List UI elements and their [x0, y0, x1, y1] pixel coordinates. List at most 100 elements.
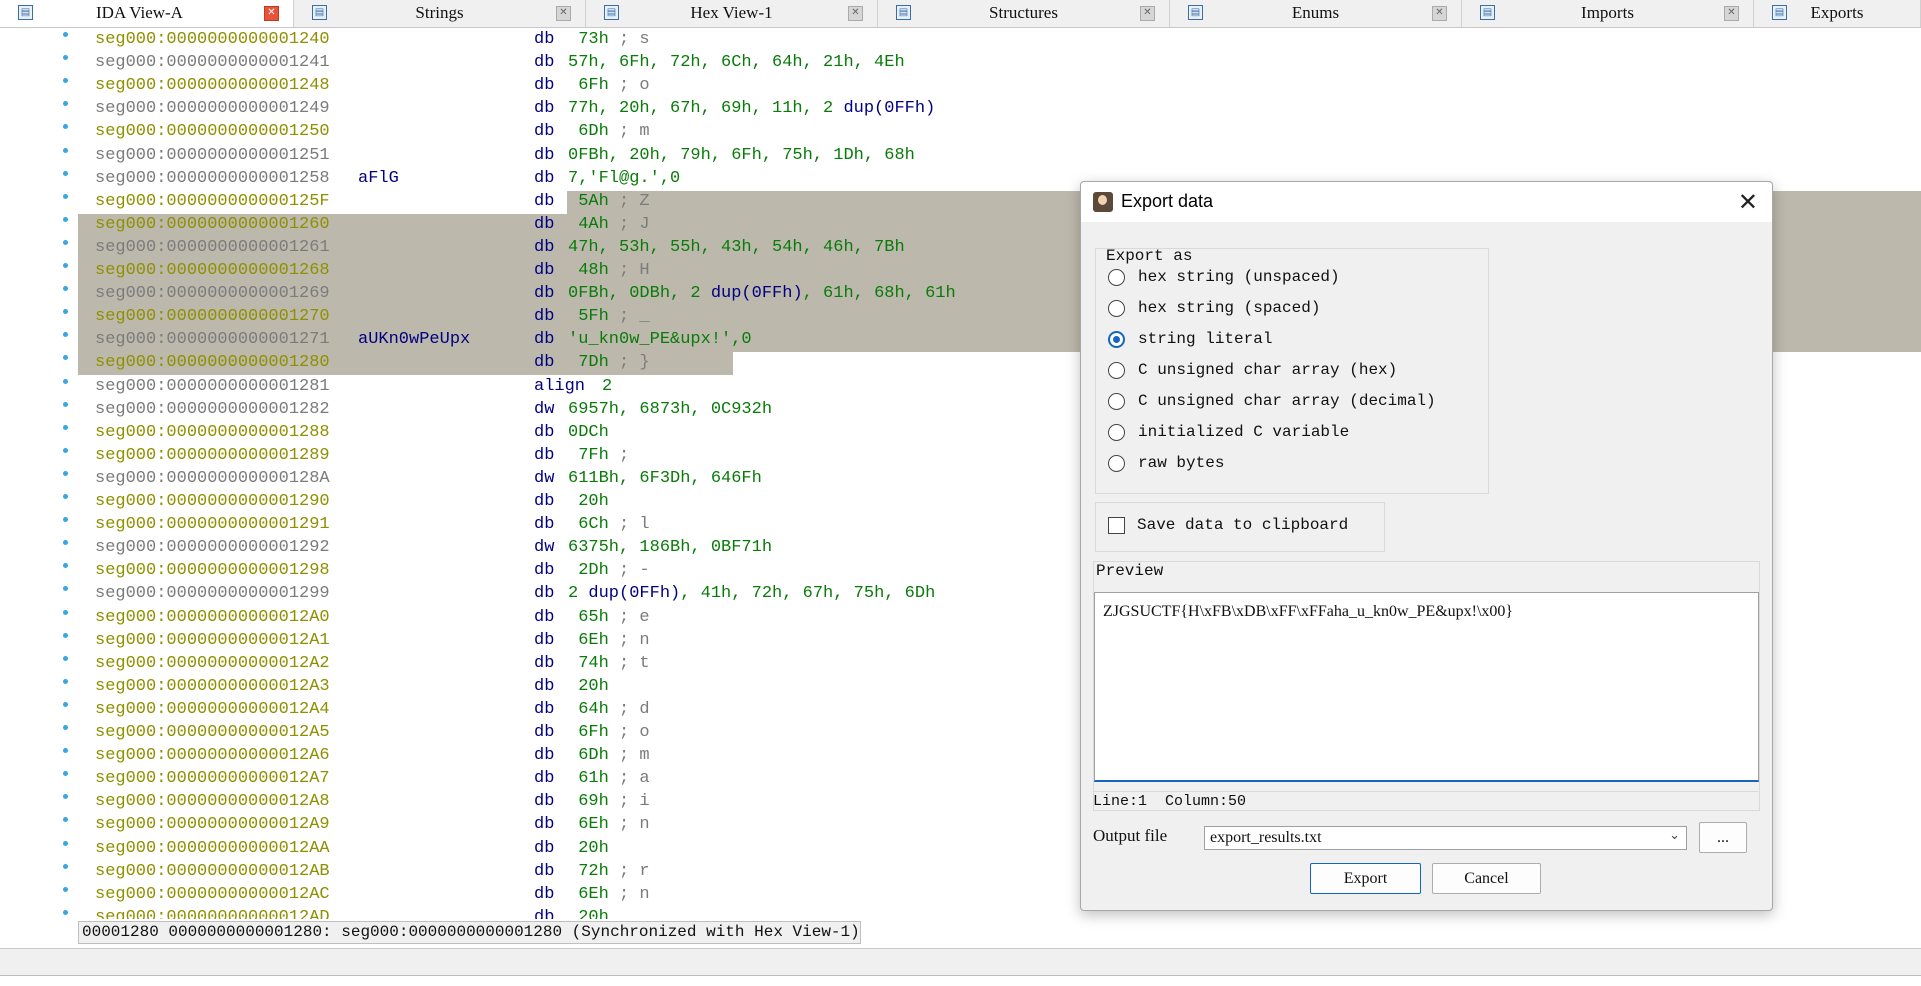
listing-address[interactable]: seg000:0000000000001288 — [95, 423, 330, 442]
listing-address[interactable]: seg000:00000000000012A5 — [95, 723, 330, 742]
listing-address[interactable]: seg000:0000000000001249 — [95, 99, 330, 118]
breakpoint-dot[interactable] — [63, 263, 68, 268]
breakpoint-dot[interactable] — [63, 609, 68, 615]
listing-address[interactable]: seg000:0000000000001280 — [95, 353, 330, 372]
listing-operands[interactable]: 20h — [568, 908, 609, 919]
listing-address[interactable]: seg000:00000000000012A9 — [95, 815, 330, 834]
tab-strings[interactable]: ▤ Strings ✕ — [294, 0, 586, 27]
radio-button[interactable] — [1108, 300, 1125, 317]
listing-operands[interactable]: 6Eh ; n — [568, 631, 649, 650]
listing-operands[interactable]: 73h ; s — [568, 30, 649, 49]
listing-operands[interactable]: 47h, 53h, 55h, 43h, 54h, 46h, 7Bh — [568, 238, 905, 257]
breakpoint-dot[interactable] — [63, 147, 68, 153]
listing-operands[interactable]: 2Dh ; - — [568, 561, 649, 580]
listing-address[interactable]: seg000:00000000000012AA — [95, 839, 330, 858]
listing-address[interactable]: seg000:00000000000012A1 — [95, 631, 330, 650]
listing-address[interactable]: seg000:0000000000001269 — [95, 284, 330, 303]
close-tab-icon[interactable]: ✕ — [556, 6, 571, 21]
breakpoint-dot[interactable] — [63, 309, 68, 315]
breakpoint-dot[interactable] — [63, 586, 68, 592]
listing-operands[interactable]: 20h — [568, 492, 609, 511]
listing-address[interactable]: seg000:00000000000012A4 — [95, 700, 330, 719]
breakpoint-dot[interactable] — [63, 378, 68, 384]
listing-operands[interactable]: 6957h, 6873h, 0C932h — [568, 400, 772, 419]
listing-address[interactable]: seg000:0000000000001241 — [95, 53, 330, 72]
close-tab-icon[interactable]: ✕ — [1140, 6, 1155, 21]
listing-address[interactable]: seg000:0000000000001261 — [95, 238, 330, 257]
tab-hex-view-1[interactable]: ▤ Hex View-1 ✕ — [586, 0, 878, 27]
tab-exports[interactable]: ▤ Exports — [1754, 0, 1921, 27]
listing-operands[interactable]: 0FBh, 0DBh, 2 dup(0FFh), 61h, 68h, 61h — [568, 284, 956, 303]
listing-address[interactable]: seg000:0000000000001282 — [95, 400, 330, 419]
export-button[interactable]: Export — [1310, 863, 1421, 894]
listing-operands[interactable]: 'u_kn0w_PE&upx!',0 — [568, 330, 752, 349]
breakpoint-dot[interactable] — [63, 124, 68, 130]
tab-ida-view-a[interactable]: ▤ IDA View-A ✕ — [0, 0, 294, 27]
listing-address[interactable]: seg000:0000000000001270 — [95, 307, 330, 326]
listing-address[interactable]: seg000:00000000000012A3 — [95, 677, 330, 696]
breakpoint-dot[interactable] — [63, 701, 68, 707]
listing-operands[interactable]: 64h ; d — [568, 700, 649, 719]
radio-button[interactable] — [1108, 269, 1125, 286]
breakpoint-dot[interactable] — [63, 909, 68, 915]
listing-label[interactable]: aUKn0wPeUpx — [358, 330, 470, 349]
listing-operands[interactable]: 61h ; a — [568, 769, 649, 788]
listing-label[interactable]: aFlG — [358, 169, 399, 188]
breakpoint-dot[interactable] — [63, 655, 68, 661]
breakpoint-dot[interactable] — [63, 725, 68, 730]
export-option-string-literal[interactable]: string literal — [1108, 329, 1468, 351]
listing-operands[interactable]: 20h — [568, 839, 609, 858]
listing-address[interactable]: seg000:0000000000001260 — [95, 215, 330, 234]
breakpoint-dot[interactable] — [63, 748, 68, 754]
save-to-clipboard-checkbox[interactable] — [1108, 517, 1125, 534]
breakpoint-dot[interactable] — [63, 863, 68, 869]
listing-operands[interactable]: 6Fh ; o — [568, 723, 649, 742]
breakpoint-dot[interactable] — [63, 401, 68, 407]
listing-operands[interactable]: 5Ah ; Z — [568, 192, 649, 211]
breakpoint-dot[interactable] — [63, 170, 68, 176]
listing-operands[interactable]: 0FBh, 20h, 79h, 6Fh, 75h, 1Dh, 68h — [568, 146, 915, 165]
listing-address[interactable]: seg000:0000000000001281 — [95, 377, 330, 396]
breakpoint-dot[interactable] — [63, 55, 68, 61]
listing-operands[interactable]: 6Eh ; n — [568, 885, 649, 904]
listing-operands[interactable]: 48h ; H — [568, 261, 649, 280]
listing-operands[interactable]: 77h, 20h, 67h, 69h, 11h, 2 dup(0FFh) — [568, 99, 935, 118]
listing-address[interactable]: seg000:0000000000001248 — [95, 76, 330, 95]
tab-imports[interactable]: ▤ Imports ✕ — [1462, 0, 1754, 27]
breakpoint-dot[interactable] — [63, 771, 68, 777]
listing-address[interactable]: seg000:0000000000001240 — [95, 30, 330, 49]
listing-address[interactable]: seg000:00000000000012A7 — [95, 769, 330, 788]
breakpoint-dot[interactable] — [63, 794, 68, 800]
preview-textarea[interactable]: ZJGSUCTF{H\xFB\xDB\xFF\xFFaha_u_kn0w_PE&… — [1094, 592, 1759, 782]
breakpoint-dot[interactable] — [63, 355, 68, 361]
listing-operands[interactable]: 7,'Fl@g.',0 — [568, 169, 680, 188]
breakpoint-dot[interactable] — [63, 517, 68, 523]
listing-address[interactable]: seg000:0000000000001299 — [95, 584, 330, 603]
listing-operands[interactable]: 6Eh ; n — [568, 815, 649, 834]
listing-operands[interactable]: 611Bh, 6F3Dh, 646Fh — [568, 469, 762, 488]
listing-address[interactable]: seg000:0000000000001268 — [95, 261, 330, 280]
listing-address[interactable]: seg000:0000000000001292 — [95, 538, 330, 557]
listing-operands[interactable]: 7Fh ; — [568, 446, 629, 465]
listing-address[interactable]: seg000:00000000000012A2 — [95, 654, 330, 673]
listing-operands[interactable]: 6Fh ; o — [568, 76, 649, 95]
listing-operands[interactable]: 6Ch ; l — [568, 515, 649, 534]
listing-operands[interactable]: 6Dh ; m — [568, 746, 649, 765]
export-option-raw-bytes[interactable]: raw bytes — [1108, 453, 1468, 475]
listing-address[interactable]: seg000:0000000000001290 — [95, 492, 330, 511]
radio-button[interactable] — [1108, 424, 1125, 441]
listing-address[interactable]: seg000:00000000000012AD — [95, 908, 330, 919]
breakpoint-dot[interactable] — [63, 216, 68, 222]
breakpoint-dot[interactable] — [63, 447, 68, 453]
browse-button[interactable]: ... — [1699, 822, 1747, 853]
listing-address[interactable]: seg000:0000000000001291 — [95, 515, 330, 534]
listing-address[interactable]: seg000:0000000000001289 — [95, 446, 330, 465]
command-line[interactable] — [0, 975, 1921, 986]
export-option-initialized-c-variable[interactable]: initialized C variable — [1108, 422, 1468, 444]
breakpoint-dot[interactable] — [63, 563, 68, 569]
export-option-c-unsigned-char-array-decimal[interactable]: C unsigned char array (decimal) — [1108, 391, 1468, 413]
listing-address[interactable]: seg000:00000000000012A8 — [95, 792, 330, 811]
breakpoint-dot[interactable] — [63, 540, 68, 546]
breakpoint-dot[interactable] — [63, 32, 68, 37]
listing-operands[interactable]: 72h ; r — [568, 862, 649, 881]
